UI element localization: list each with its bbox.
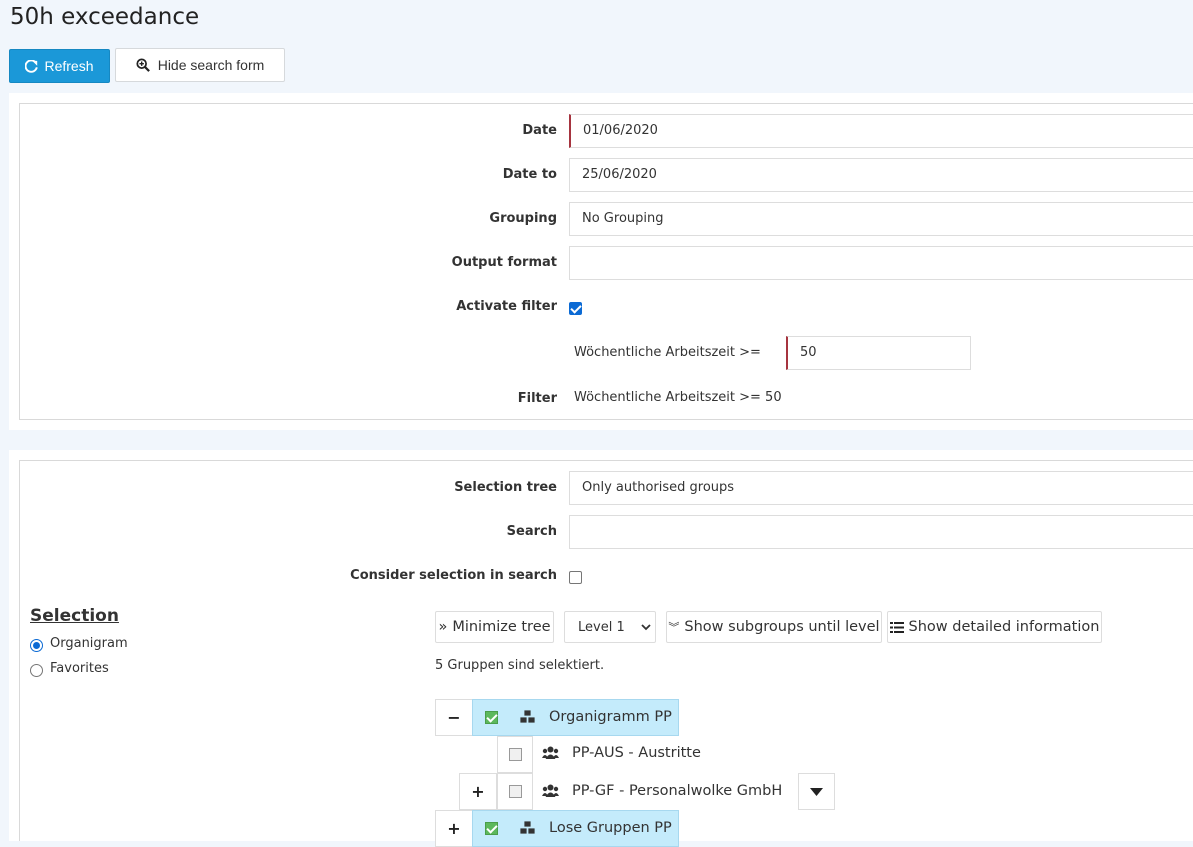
hide-search-form-button[interactable]: Hide search form bbox=[115, 48, 285, 82]
hide-search-form-label: Hide search form bbox=[157, 57, 265, 73]
selection-tree-select[interactable]: Only authorised groups bbox=[569, 471, 1193, 505]
cubes-icon bbox=[519, 710, 536, 724]
tree-node-checkbox-box bbox=[497, 773, 533, 810]
tree-node-organigramm-pp[interactable]: Organigramm PP bbox=[472, 699, 679, 736]
minimize-tree-button[interactable]: » Minimize tree bbox=[435, 611, 554, 643]
tree-node-toggle[interactable]: + bbox=[435, 810, 473, 847]
page-title: 50h exceedance bbox=[10, 4, 200, 30]
filter-field-input[interactable]: 50 bbox=[786, 336, 971, 370]
tree-node-checkbox[interactable] bbox=[509, 785, 522, 798]
date-label: Date bbox=[522, 123, 557, 138]
tree-node-checkbox[interactable] bbox=[485, 822, 498, 835]
tree-node-toggle[interactable]: + bbox=[459, 773, 497, 810]
output-format-select[interactable] bbox=[569, 246, 1193, 280]
tree-node-label: Organigramm PP bbox=[549, 709, 672, 725]
show-detailed-info-button[interactable]: Show detailed information bbox=[887, 611, 1102, 643]
level-select-value: Level 1 bbox=[578, 619, 625, 635]
tree-node-checkbox[interactable] bbox=[485, 711, 498, 724]
expand-toggle: + bbox=[447, 819, 461, 838]
tree-node-label: Lose Gruppen PP bbox=[549, 820, 672, 836]
collapse-toggle: − bbox=[447, 708, 461, 727]
consider-selection-checkbox[interactable] bbox=[569, 571, 582, 584]
activate-filter-label: Activate filter bbox=[456, 299, 557, 314]
grouping-select[interactable]: No Grouping bbox=[569, 202, 1193, 236]
activate-filter-checkbox[interactable] bbox=[569, 302, 582, 315]
zoom-icon bbox=[136, 58, 150, 72]
date-input[interactable]: 01/06/2020 bbox=[569, 114, 1193, 148]
date-to-input[interactable]: 25/06/2020 bbox=[569, 158, 1193, 192]
selection-tree-label: Selection tree bbox=[454, 480, 557, 495]
tree-node-lose-gruppen-pp[interactable]: Lose Gruppen PP bbox=[472, 810, 679, 847]
output-format-label: Output format bbox=[451, 255, 557, 270]
caret-down-icon bbox=[810, 788, 823, 796]
double-chevron-right-icon: » bbox=[438, 619, 448, 635]
tree-status: 5 Gruppen sind selektiert. bbox=[435, 658, 605, 673]
chevron-down-icon bbox=[641, 623, 651, 630]
cubes-icon bbox=[519, 821, 536, 835]
users-icon bbox=[542, 746, 559, 759]
selection-heading: Selection bbox=[30, 606, 119, 626]
node-menu-button[interactable] bbox=[798, 773, 835, 810]
level-select[interactable]: Level 1 bbox=[564, 611, 656, 643]
filter-label: Filter bbox=[517, 391, 557, 406]
refresh-icon bbox=[25, 59, 39, 73]
refresh-button[interactable]: Refresh bbox=[9, 49, 110, 83]
filter-field-label: Wöchentliche Arbeitszeit >= bbox=[574, 345, 761, 360]
date-to-label: Date to bbox=[502, 167, 557, 182]
favorites-radio[interactable] bbox=[30, 664, 43, 677]
search-label: Search bbox=[506, 524, 557, 539]
consider-selection-label: Consider selection in search bbox=[350, 568, 557, 583]
double-chevron-down-icon: ︾ bbox=[668, 621, 680, 634]
show-subgroups-label: Show subgroups until level bbox=[684, 619, 880, 635]
minimize-tree-label: Minimize tree bbox=[452, 619, 551, 635]
filter-value: Wöchentliche Arbeitszeit >= 50 bbox=[574, 390, 782, 405]
list-icon bbox=[889, 621, 904, 633]
show-subgroups-button[interactable]: ︾ Show subgroups until level bbox=[666, 611, 882, 643]
tree-node-checkbox-box bbox=[497, 736, 533, 773]
organigram-label: Organigram bbox=[50, 636, 128, 651]
tree-node-toggle[interactable]: − bbox=[435, 699, 473, 736]
search-input[interactable] bbox=[569, 515, 1193, 549]
tree-node-label[interactable]: PP-AUS - Austritte bbox=[572, 745, 701, 761]
organigram-radio[interactable] bbox=[30, 639, 43, 652]
favorites-label: Favorites bbox=[50, 661, 109, 676]
expand-toggle: + bbox=[471, 782, 485, 801]
grouping-label: Grouping bbox=[489, 211, 557, 226]
tree-node-label[interactable]: PP-GF - Personalwolke GmbH bbox=[572, 783, 782, 799]
users-icon bbox=[542, 784, 559, 797]
tree-node-checkbox[interactable] bbox=[509, 748, 522, 761]
show-detailed-info-label: Show detailed information bbox=[908, 619, 1100, 635]
refresh-label: Refresh bbox=[44, 58, 94, 74]
